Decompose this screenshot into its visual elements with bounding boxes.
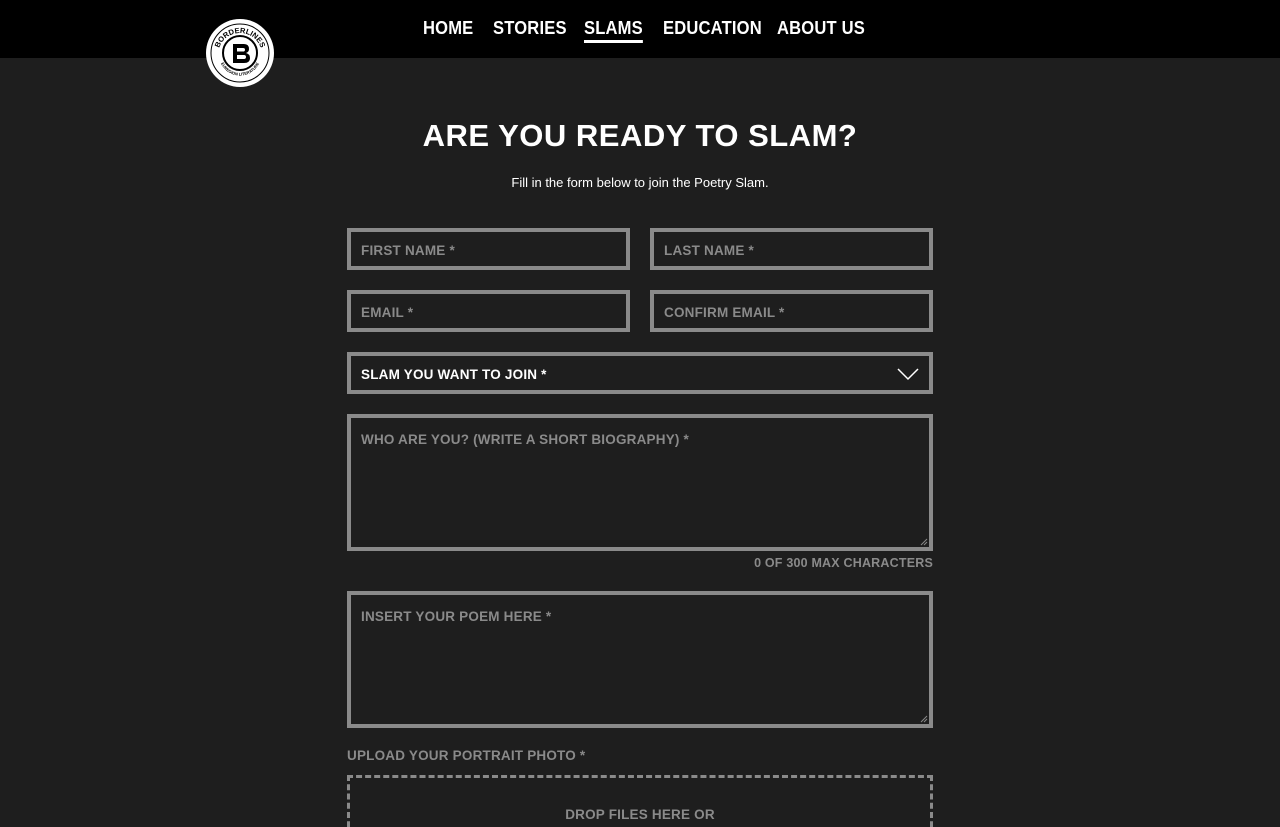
resize-handle-icon[interactable]	[920, 538, 928, 546]
first-name-placeholder: FIRST NAME *	[361, 243, 455, 258]
resize-handle-icon[interactable]	[920, 715, 928, 723]
page-title: ARE YOU READY TO SLAM?	[422, 118, 858, 153]
poem-placeholder: INSERT YOUR POEM HERE *	[361, 609, 552, 624]
confirm-email-field[interactable]: CONFIRM EMAIL *	[650, 290, 933, 332]
last-name-field[interactable]: LAST NAME *	[650, 228, 933, 270]
page-subtitle: Fill in the form below to join the Poetr…	[511, 175, 769, 190]
logo-icon: BORDERLINES EUREGION LITERATURE	[209, 22, 271, 84]
nav-stories[interactable]: STORIES	[493, 18, 567, 39]
chevron-down-icon	[897, 368, 919, 381]
photo-dropzone[interactable]: DROP FILES HERE OR	[347, 775, 933, 827]
dropzone-text: DROP FILES HERE OR	[565, 807, 715, 822]
slam-select[interactable]: SLAM YOU WANT TO JOIN *	[347, 352, 933, 394]
poem-textarea[interactable]: INSERT YOUR POEM HERE *	[347, 591, 933, 728]
main-nav: HOME STORIES SLAMS EDUCATION ABOUT US	[0, 0, 1280, 58]
email-field[interactable]: EMAIL *	[347, 290, 630, 332]
slam-select-label: SLAM YOU WANT TO JOIN *	[361, 367, 547, 382]
biography-character-counter: 0 OF 300 MAX CHARACTERS	[754, 556, 933, 570]
borderlines-logo[interactable]: BORDERLINES EUREGION LITERATURE	[206, 19, 274, 87]
biography-textarea[interactable]: WHO ARE YOU? (WRITE A SHORT BIOGRAPHY) *	[347, 414, 933, 551]
nav-home[interactable]: HOME	[423, 18, 473, 39]
nav-about-us[interactable]: ABOUT US	[777, 18, 865, 39]
last-name-placeholder: LAST NAME *	[664, 243, 754, 258]
biography-placeholder: WHO ARE YOU? (WRITE A SHORT BIOGRAPHY) *	[361, 432, 689, 447]
upload-photo-label: UPLOAD YOUR PORTRAIT PHOTO *	[347, 748, 586, 763]
email-placeholder: EMAIL *	[361, 305, 414, 320]
confirm-email-placeholder: CONFIRM EMAIL *	[664, 305, 785, 320]
nav-slams[interactable]: SLAMS	[584, 18, 643, 43]
nav-education[interactable]: EDUCATION	[663, 18, 762, 39]
first-name-field[interactable]: FIRST NAME *	[347, 228, 630, 270]
